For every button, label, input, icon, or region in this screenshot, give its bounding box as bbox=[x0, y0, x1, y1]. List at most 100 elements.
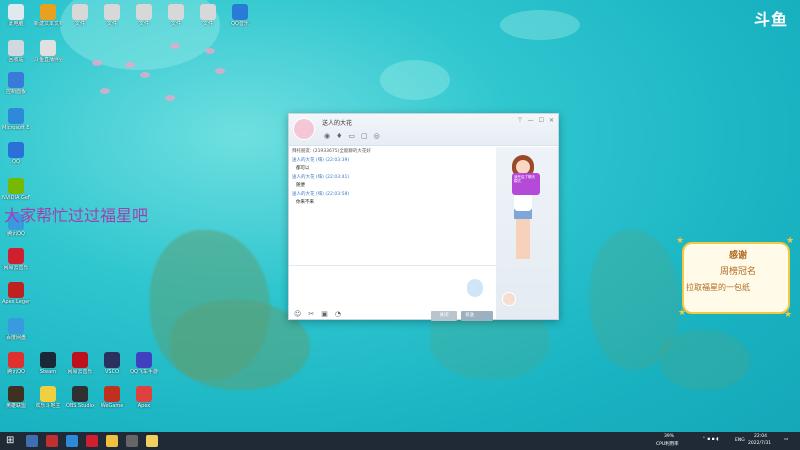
star-icon: ★ bbox=[786, 236, 795, 246]
chat-history[interactable]: 拜托朋友: (21933675)全能聊的大花好 送人的大花 (嗨) (22:03… bbox=[289, 147, 496, 265]
desktop-icon[interactable]: 文件 bbox=[98, 4, 126, 27]
app-icon bbox=[136, 4, 152, 20]
star-icon: ★ bbox=[678, 308, 687, 318]
douyu-logo: 斗鱼 bbox=[753, 10, 788, 29]
pin-icon[interactable]: ⊤ bbox=[517, 117, 522, 124]
desktop-icon-label: QQ音乐 bbox=[231, 21, 249, 27]
thanks-sticker: 感谢 周榜冠名 拉取福星的一包纸 ★ ★ ★ ★ bbox=[676, 232, 798, 322]
chat-toolbar: ◉ ♦ ▭ ▢ ◎ bbox=[324, 132, 380, 140]
desktop-icon[interactable]: 此电脑 bbox=[2, 4, 30, 27]
voice-input-button[interactable] bbox=[467, 279, 483, 297]
desktop-icon[interactable]: 百度网盘 bbox=[2, 318, 30, 341]
input-toolbar: ☺ ✂ ▣ ◔ bbox=[294, 310, 341, 318]
desktop-icon[interactable]: 斗鱼直播伴侣 bbox=[34, 40, 62, 63]
file-transfer-icon[interactable]: ▭ bbox=[348, 132, 355, 140]
message-input[interactable]: ☺ ✂ ▣ ◔ 关闭 发送 bbox=[289, 265, 496, 321]
desktop-icon[interactable]: 回收站 bbox=[2, 40, 30, 63]
chat-window-header[interactable]: 送人的大花 ◉ ♦ ▭ ▢ ◎ ⊤ — ☐ ✕ bbox=[289, 114, 558, 146]
screen-share-icon[interactable]: ▢ bbox=[361, 132, 368, 140]
taskbar-app-icon[interactable] bbox=[66, 435, 78, 447]
desktop-icon[interactable]: 文件 bbox=[66, 4, 94, 27]
desktop-icon[interactable]: VSCO bbox=[98, 352, 126, 375]
contact-avatar[interactable] bbox=[293, 118, 315, 140]
video-call-icon[interactable]: ◉ bbox=[324, 132, 330, 140]
chat-window[interactable]: 送人的大花 ◉ ♦ ▭ ▢ ◎ ⊤ — ☐ ✕ 拜托朋友: (21933675)… bbox=[288, 113, 559, 321]
scissors-icon[interactable]: ✂ bbox=[308, 310, 314, 318]
app-icon bbox=[136, 386, 152, 402]
desktop-icon[interactable]: Steam bbox=[34, 352, 62, 375]
light-cloud bbox=[500, 10, 580, 40]
language-indicator[interactable]: ENG bbox=[735, 438, 745, 443]
clock-time[interactable]: 22:04 bbox=[754, 434, 767, 439]
light-cloud bbox=[380, 60, 450, 100]
desktop-icon[interactable]: 腾讯QQ bbox=[2, 352, 30, 375]
desktop-icon-label: WeGame bbox=[100, 403, 124, 409]
cpu-percent: 39% bbox=[664, 434, 675, 439]
taskbar-app-icon[interactable] bbox=[46, 435, 58, 447]
contact-show-panel: 我开启了聊天模式 bbox=[496, 147, 558, 319]
self-avatar[interactable] bbox=[502, 292, 516, 306]
desktop-icon[interactable]: Apex Legends bbox=[2, 282, 30, 305]
message-sender: 送人的大花 (嗨) (22:03:41) bbox=[292, 175, 350, 180]
desktop-icon-label: 文件 bbox=[106, 21, 117, 27]
send-button[interactable]: 发送 bbox=[461, 311, 493, 321]
desktop-icon[interactable]: QQ飞车手游 bbox=[130, 352, 158, 375]
desktop-icon[interactable]: 控制面板 bbox=[2, 72, 30, 95]
emoji-icon[interactable]: ☺ bbox=[294, 310, 301, 318]
taskbar-app-icon[interactable] bbox=[26, 435, 38, 447]
more-apps-icon[interactable]: ◎ bbox=[374, 132, 380, 140]
star-icon: ★ bbox=[676, 236, 685, 246]
desktop-icon[interactable]: 英雄联盟 bbox=[2, 386, 30, 409]
notification-icon[interactable]: ▭ bbox=[784, 437, 788, 442]
app-icon bbox=[40, 386, 56, 402]
app-icon bbox=[8, 178, 24, 194]
desktop-icon[interactable]: 网易云音乐 bbox=[66, 352, 94, 375]
desktop-icon[interactable]: 文件 bbox=[162, 4, 190, 27]
sticker-line-1: 感谢 bbox=[728, 251, 747, 261]
maximize-icon[interactable]: ☐ bbox=[539, 117, 544, 124]
desktop-icon[interactable]: OBS Studio bbox=[66, 386, 94, 409]
close-icon[interactable]: ✕ bbox=[549, 117, 554, 124]
taskbar-app-icon[interactable] bbox=[146, 435, 158, 447]
desktop-icon-label: 百度网盘 bbox=[5, 335, 26, 341]
desktop-icon[interactable]: 欢乐斗地主 bbox=[34, 386, 62, 409]
minimize-icon[interactable]: — bbox=[528, 117, 534, 124]
desktop-icon[interactable]: QQ音乐 bbox=[226, 4, 254, 27]
desktop-icon-label: 网易云音乐 bbox=[67, 369, 93, 375]
app-icon bbox=[8, 4, 24, 20]
desktop-icon-label: OBS Studio bbox=[66, 403, 94, 409]
desktop-icon[interactable]: 网易云音乐 bbox=[2, 248, 30, 271]
star-icon: ★ bbox=[784, 310, 793, 320]
desktop-icon[interactable]: QQ bbox=[2, 142, 30, 165]
system-notice: 拜托朋友: (21933675)全能聊的大花好 bbox=[292, 149, 371, 154]
tray-icons[interactable]: ⌃ ▪ ▪ ◖ bbox=[702, 437, 719, 442]
start-icon[interactable]: ⊞ bbox=[6, 435, 18, 447]
app-icon bbox=[104, 386, 120, 402]
close-button[interactable]: 关闭 bbox=[431, 311, 457, 321]
message-text: 你来不来 bbox=[296, 200, 314, 205]
desktop-icon-label: Microsoft Edge bbox=[2, 125, 30, 131]
desktop-icon[interactable]: 文件 bbox=[130, 4, 158, 27]
desktop-icon[interactable]: WeGame bbox=[98, 386, 126, 409]
app-icon bbox=[8, 248, 24, 264]
desktop-icon-label: NVIDIA GeForce bbox=[2, 195, 30, 201]
app-icon bbox=[8, 142, 24, 158]
desktop-icon[interactable]: 文件 bbox=[194, 4, 222, 27]
clock-date[interactable]: 2022/7/31 bbox=[748, 441, 771, 446]
desktop-icon[interactable]: Microsoft Edge bbox=[2, 108, 30, 131]
desktop-icon[interactable]: NVIDIA GeForce bbox=[2, 178, 30, 201]
image-icon[interactable]: ▣ bbox=[321, 310, 328, 318]
taskbar-app-icon[interactable] bbox=[86, 435, 98, 447]
desktop-icon-label: 新建文本文档 bbox=[34, 21, 62, 27]
voice-call-icon[interactable]: ♦ bbox=[336, 132, 342, 140]
app-icon bbox=[168, 4, 184, 20]
desktop-icon[interactable]: Apex bbox=[130, 386, 158, 409]
desktop-icon[interactable]: 新建文本文档 bbox=[34, 4, 62, 27]
history-icon[interactable]: ◔ bbox=[335, 310, 341, 318]
taskbar-app-icon[interactable] bbox=[106, 435, 118, 447]
taskbar-app-icon[interactable] bbox=[126, 435, 138, 447]
desktop-icon-label: 英雄联盟 bbox=[5, 403, 26, 409]
sticker-frame: 感谢 周榜冠名 拉取福星的一包纸 bbox=[682, 242, 790, 314]
app-icon bbox=[40, 40, 56, 56]
app-icon bbox=[8, 72, 24, 88]
